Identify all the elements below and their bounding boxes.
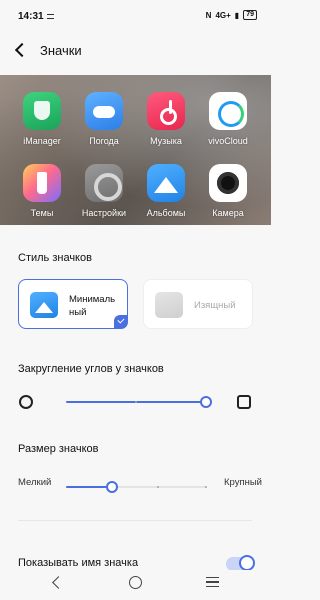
gear-icon (85, 164, 123, 202)
navigation-bar (0, 570, 271, 600)
slider-knob[interactable] (106, 481, 119, 493)
status-time: 14:31 (18, 11, 44, 22)
nfc-icon: N (205, 10, 212, 20)
back-arrow-icon[interactable] (14, 42, 30, 58)
slider-knob[interactable] (200, 396, 212, 408)
size-max-label: Крупный (224, 477, 262, 488)
preview-app-albums: Альбомы (136, 164, 196, 218)
cloud-icon (85, 92, 123, 130)
music-note-icon (147, 92, 185, 130)
corner-rounding-slider[interactable] (66, 392, 212, 412)
preview-app-music: Музыка (136, 92, 196, 146)
signal-icon: ▮ (234, 10, 240, 20)
preview-app-settings: Настройки (74, 164, 134, 218)
brush-icon (23, 164, 61, 202)
show-name-toggle[interactable] (226, 555, 255, 571)
network-type: 4G+ (215, 10, 231, 20)
message-icon (47, 14, 54, 19)
corner-rounding-label: Закругление углов у значков (18, 363, 164, 375)
page-title: Значки (40, 43, 82, 58)
shield-icon (23, 92, 61, 130)
page-header: Значки (0, 34, 271, 68)
circle-shape-icon (19, 395, 33, 409)
mountain-icon (155, 292, 183, 318)
style-option-minimal[interactable]: Минималь ный (18, 279, 128, 329)
battery-icon: 79 (243, 10, 257, 20)
nav-menu-icon[interactable] (206, 577, 219, 587)
cloud-sync-icon (209, 92, 247, 130)
square-shape-icon (237, 395, 251, 409)
mountain-icon (30, 292, 58, 318)
icon-size-label: Размер значков (18, 443, 99, 455)
preview-app-imanager: iManager (12, 92, 72, 146)
nav-back-icon[interactable] (52, 576, 65, 589)
status-indicators: N 4G+ ▮ 79 (206, 10, 257, 20)
style-option-elegant[interactable]: Изящный (143, 279, 253, 329)
preview-app-vivocloud: vivoCloud (198, 92, 258, 146)
divider (18, 520, 252, 521)
nav-home-icon[interactable] (129, 576, 142, 589)
size-min-label: Мелкий (18, 477, 52, 488)
icon-preview: iManager Погода Музыка vivoCloud Темы На… (0, 75, 271, 225)
status-bar: 14:31 N 4G+ ▮ 79 (0, 0, 271, 32)
show-name-label: Показывать имя значка (18, 557, 139, 569)
icon-size-slider[interactable] (66, 477, 207, 497)
checkmark-icon (114, 315, 128, 329)
mountain-icon (147, 164, 185, 202)
style-option-label: Изящный (194, 300, 236, 311)
preview-app-themes: Темы (12, 164, 72, 218)
camera-lens-icon (209, 164, 247, 202)
preview-app-weather: Погода (74, 92, 134, 146)
icon-style-label: Стиль значков (18, 252, 92, 264)
preview-app-camera: Камера (198, 164, 258, 218)
